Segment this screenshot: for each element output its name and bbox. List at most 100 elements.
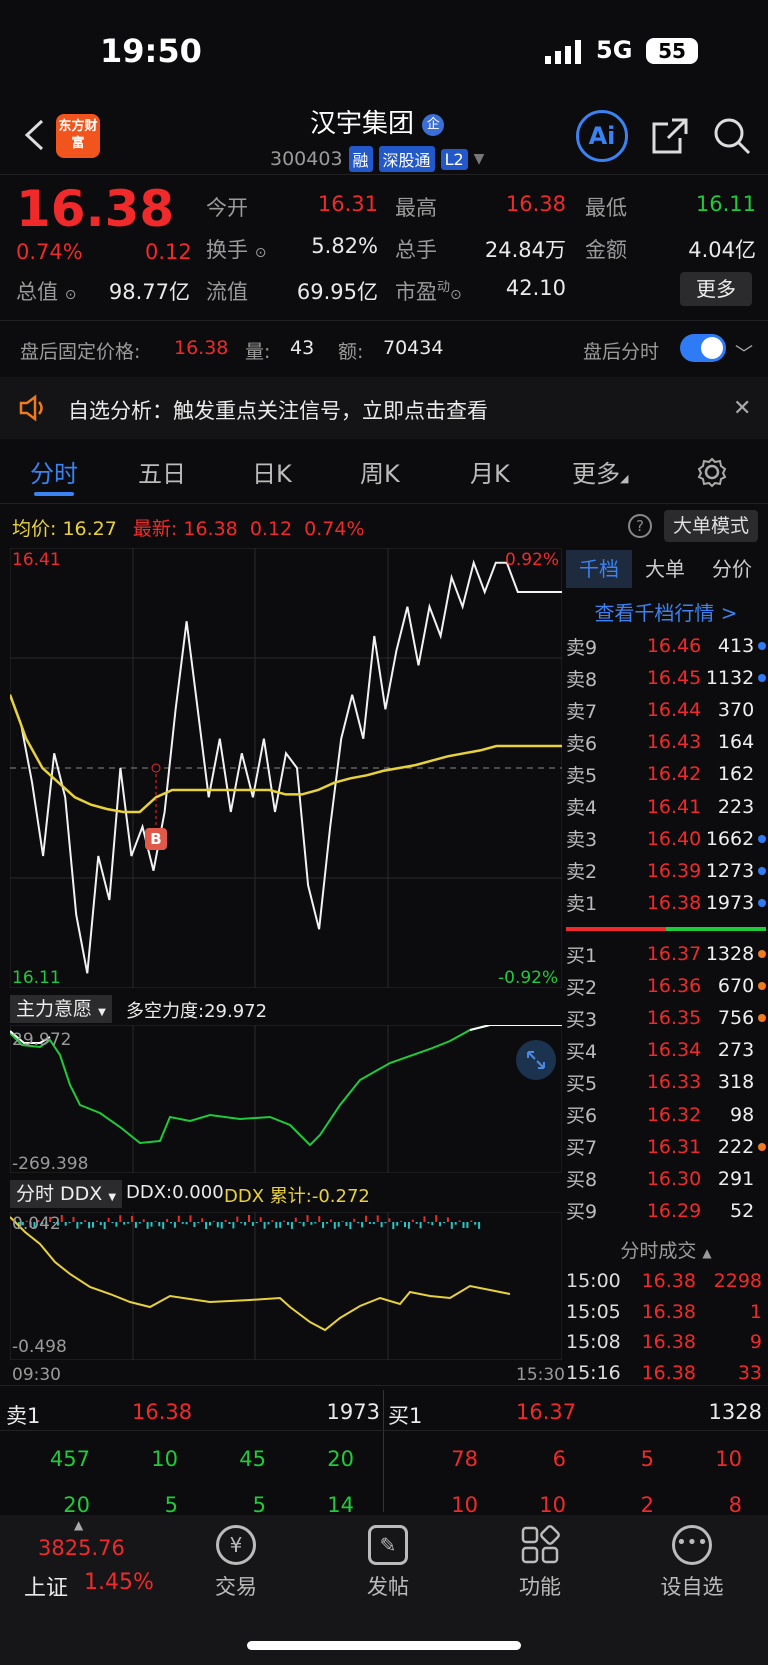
- grid-apps-icon: [520, 1525, 560, 1565]
- ddx-bar: [68, 1222, 71, 1224]
- chevron-up-icon[interactable]: ▲: [74, 1518, 83, 1532]
- indicator1-selector[interactable]: 主力意愿 ▼: [10, 995, 112, 1023]
- sell-row[interactable]: 卖8 16.45 1132: [566, 662, 767, 694]
- nav-post[interactable]: ✎ 发帖: [338, 1525, 438, 1601]
- ddx-bar: [287, 1222, 289, 1225]
- stat-value-float: 69.95亿: [296, 280, 378, 304]
- ddx-bar: [115, 1222, 118, 1227]
- current-price: 16.38: [16, 180, 175, 238]
- after-hours-toggle[interactable]: [680, 334, 726, 362]
- tab-intraday[interactable]: 分时: [30, 454, 78, 489]
- tab-price-split[interactable]: 分价: [698, 550, 766, 588]
- ddx-bar: [271, 1220, 274, 1222]
- close-icon[interactable]: ✕: [733, 396, 751, 421]
- tab-5day[interactable]: 五日: [138, 454, 186, 489]
- trades-title-text: 分时成交: [620, 1240, 697, 1262]
- ddx-bar: [244, 1222, 247, 1226]
- view-thousand-level-link[interactable]: 查看千档行情 >: [566, 597, 766, 626]
- sell-dot: [758, 898, 767, 907]
- indicator2-name: 分时 DDX: [16, 1183, 103, 1205]
- ddx-bar: [166, 1219, 169, 1222]
- big-order-button[interactable]: 大单模式: [664, 510, 758, 542]
- ddx-bar: [193, 1222, 196, 1227]
- buy-row[interactable]: 买3 16.35 756: [566, 1002, 767, 1034]
- index-value[interactable]: 3825.76: [38, 1536, 125, 1560]
- nav-functions[interactable]: 功能: [490, 1525, 590, 1601]
- tab-thousand-level[interactable]: 千档: [566, 550, 632, 588]
- sell-row[interactable]: 卖6 16.43 164: [566, 726, 766, 758]
- chevron-down-icon[interactable]: ▼: [474, 151, 485, 167]
- tab-more[interactable]: 更多◢: [572, 454, 628, 489]
- sell-level: 卖1: [566, 893, 598, 916]
- tab-big-order[interactable]: 大单: [632, 550, 698, 588]
- buy-row[interactable]: 买9 16.29 52: [566, 1195, 766, 1227]
- ddx-bar: [162, 1222, 165, 1229]
- ddx-bar: [205, 1222, 208, 1229]
- ddx-bar: [267, 1222, 270, 1225]
- trades-title[interactable]: 分时成交 ▲: [566, 1236, 766, 1263]
- expand-icon[interactable]: [516, 1040, 556, 1080]
- buy-dot: [758, 1111, 766, 1119]
- buy-row[interactable]: 买8 16.30 291: [566, 1163, 766, 1195]
- tab-monthly-k[interactable]: 月K: [470, 454, 510, 489]
- ddx-bar: [99, 1222, 102, 1226]
- buy-row[interactable]: 买1 16.37 1328: [566, 938, 767, 970]
- buy-row[interactable]: 买4 16.34 273: [566, 1034, 766, 1066]
- info-icon[interactable]: ⊙: [450, 287, 462, 303]
- nav-add-watchlist[interactable]: ••• 设自选: [642, 1525, 742, 1601]
- ddx-bar: [240, 1222, 243, 1224]
- buy-row[interactable]: 买2 16.36 670: [566, 970, 767, 1002]
- sell-row[interactable]: 卖3 16.40 1662: [566, 823, 767, 855]
- ddx-bar: [236, 1216, 239, 1222]
- sell-queue-cell: 5: [252, 1493, 266, 1517]
- stat-label-float: 流值: [206, 280, 248, 304]
- ddx-bar: [349, 1222, 352, 1229]
- buy-marker-b[interactable]: B: [145, 828, 167, 850]
- tab-weekly-k[interactable]: 周K: [360, 454, 400, 489]
- settings-gear-icon[interactable]: [696, 456, 728, 488]
- stat-label-amount: 金额: [585, 238, 627, 262]
- buy-volume: 98: [729, 1103, 755, 1126]
- buy-row[interactable]: 买5 16.33 318: [566, 1066, 766, 1098]
- home-indicator[interactable]: [247, 1641, 521, 1650]
- sell-row[interactable]: 卖2 16.39 1273: [566, 855, 767, 887]
- search-icon[interactable]: [712, 116, 752, 156]
- buy-row[interactable]: 买6 16.32 98: [566, 1099, 766, 1131]
- indicator2-selector[interactable]: 分时 DDX ▼: [10, 1180, 123, 1208]
- ddx-bar: [150, 1222, 153, 1227]
- help-icon[interactable]: ?: [628, 514, 652, 538]
- ddx-bar: [443, 1222, 445, 1223]
- sell-price: 16.44: [646, 699, 702, 722]
- buy-row[interactable]: 买7 16.31 222: [566, 1131, 767, 1163]
- ddx-bar: [314, 1222, 317, 1224]
- back-icon[interactable]: [22, 118, 46, 152]
- index-name[interactable]: 上证: [24, 1570, 68, 1602]
- trade-time: 15:05: [566, 1300, 621, 1323]
- indicator1-top: 29.972: [12, 1030, 72, 1050]
- mktcap-label-text: 总值: [16, 280, 58, 304]
- sell-row[interactable]: 卖9 16.46 413: [566, 630, 767, 662]
- after-hours-amt-label: 额:: [338, 341, 364, 363]
- chevron-down-icon[interactable]: ﹀: [735, 340, 753, 366]
- sell-queue-cell: 14: [327, 1493, 354, 1517]
- sell-row[interactable]: 卖1 16.38 1973: [566, 887, 767, 919]
- ai-button[interactable]: Ai: [576, 110, 628, 162]
- trade-row: 15:16 16.38 33: [566, 1358, 766, 1388]
- index-pct[interactable]: 1.45%: [84, 1570, 154, 1595]
- more-button[interactable]: 更多: [680, 272, 752, 306]
- ddx-bar: [64, 1222, 67, 1226]
- tab-daily-k[interactable]: 日K: [252, 454, 292, 489]
- ddx-bar: [337, 1222, 340, 1227]
- sell-row[interactable]: 卖4 16.41 223: [566, 791, 766, 823]
- info-icon[interactable]: ⊙: [255, 245, 267, 261]
- info-icon[interactable]: ⊙: [65, 287, 77, 303]
- intraday-chart[interactable]: [10, 548, 562, 988]
- share-icon[interactable]: [650, 116, 690, 156]
- ddx-bar: [181, 1222, 184, 1224]
- trade-volume: 1: [749, 1300, 762, 1323]
- sell-queue-cell: 20: [327, 1447, 354, 1471]
- sell-row[interactable]: 卖7 16.44 370: [566, 694, 766, 726]
- book-divider: [566, 927, 766, 931]
- nav-trade[interactable]: ¥ 交易: [186, 1525, 286, 1601]
- sell-row[interactable]: 卖5 16.42 162: [566, 758, 766, 790]
